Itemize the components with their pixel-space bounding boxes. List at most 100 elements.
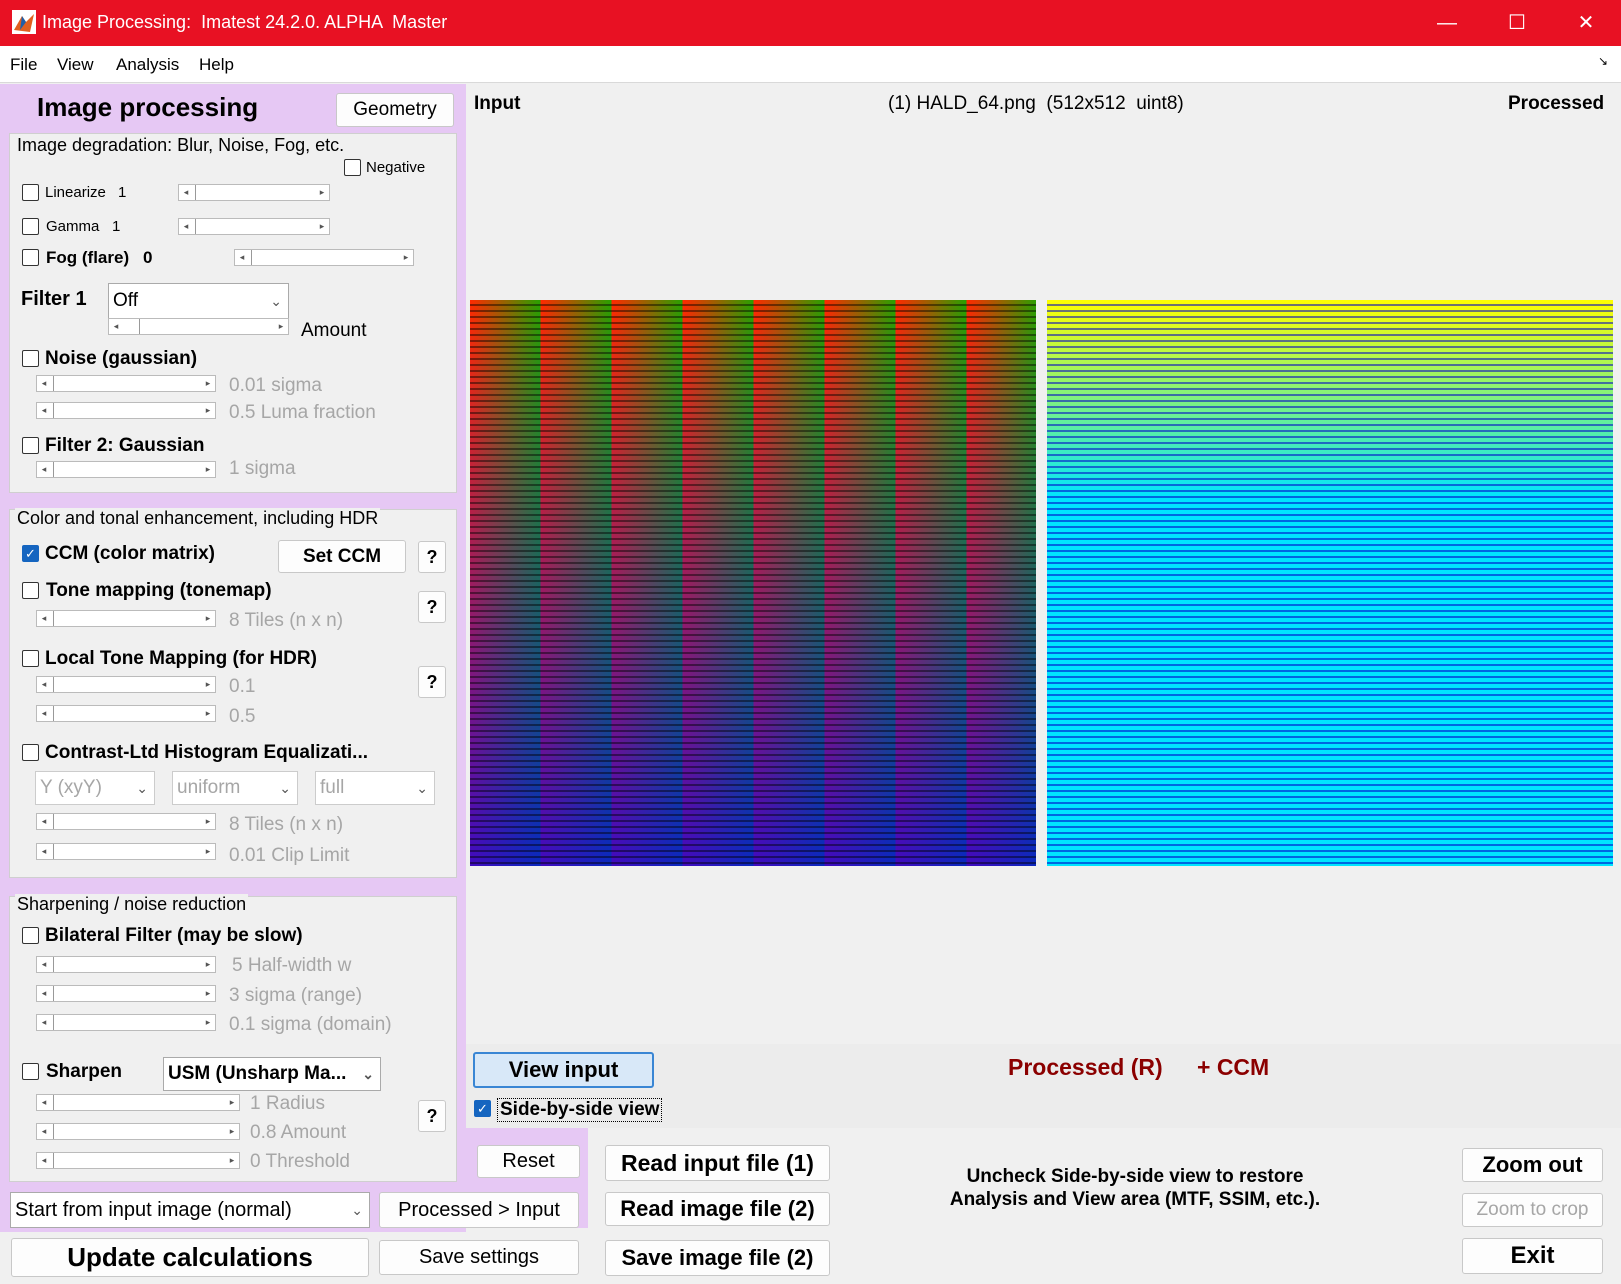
exit-button[interactable]: Exit	[1462, 1238, 1603, 1274]
read-image-file-button[interactable]: Read image file (2)	[605, 1192, 830, 1226]
save-settings-button[interactable]: Save settings	[379, 1240, 579, 1275]
bilateral-label: Bilateral Filter (may be slow)	[45, 925, 303, 946]
hint-line-1: Uncheck Side-by-side view to restore	[966, 1166, 1304, 1187]
linearize-label: Linearize	[45, 184, 106, 201]
bilateral-width-slider[interactable]: ◂ ▸	[36, 956, 216, 973]
tonemap-help-button[interactable]: ?	[418, 591, 446, 623]
noise-luma-slider[interactable]: ◂ ▸	[36, 402, 216, 419]
degradation-title: Image degradation: Blur, Noise, Fog, etc…	[15, 135, 347, 156]
local-tonemap-value-2: 0.5	[229, 706, 256, 727]
start-from-value: Start from input image (normal)	[15, 1199, 292, 1221]
processed-status: Processed (R)	[1008, 1054, 1163, 1080]
clahe-range-value: full	[320, 777, 345, 798]
minimize-button[interactable]: —	[1412, 0, 1482, 46]
sharpen-amount-slider[interactable]: ◂ ▸	[36, 1123, 240, 1140]
menu-view[interactable]: View	[57, 55, 94, 75]
side-by-side-label[interactable]: Side-by-side view	[497, 1098, 663, 1122]
clahe-distribution-dropdown[interactable]: uniform ⌄	[172, 771, 298, 805]
menu-file[interactable]: File	[10, 55, 37, 75]
threshold-slider[interactable]: ◂ ▸	[36, 1152, 240, 1169]
linearize-checkbox[interactable]	[22, 184, 39, 201]
clahe-checkbox[interactable]	[22, 744, 39, 761]
window-title: Image Processing: Imatest 24.2.0. ALPHA …	[42, 12, 448, 32]
noise-checkbox[interactable]	[22, 350, 39, 367]
local-tonemap-slider-1[interactable]: ◂ ▸	[36, 676, 216, 693]
filter2-sigma-label: 1 sigma	[229, 458, 296, 479]
menu-analysis[interactable]: Analysis	[116, 55, 179, 75]
radius-slider[interactable]: ◂ ▸	[36, 1094, 240, 1111]
ccm-label: CCM (color matrix)	[45, 543, 215, 564]
chevron-down-icon: ⌄	[270, 293, 282, 309]
sharpen-mode-dropdown[interactable]: USM (Unsharp Ma... ⌄	[163, 1057, 381, 1091]
bilateral-checkbox[interactable]	[22, 927, 39, 944]
clahe-colorspace-dropdown[interactable]: Y (xyY) ⌄	[35, 771, 155, 805]
bilateral-width-label: 5 Half-width w	[232, 955, 352, 976]
zoom-to-crop-button[interactable]: Zoom to crop	[1462, 1193, 1603, 1227]
processed-image-label: Processed	[1508, 93, 1605, 114]
set-ccm-button[interactable]: Set CCM	[278, 540, 406, 573]
gamma-value: 1	[112, 218, 121, 235]
read-input-file-button[interactable]: Read input file (1)	[605, 1145, 830, 1181]
noise-luma-label: 0.5 Luma fraction	[229, 402, 376, 423]
sharpen-amount-label: 0.8 Amount	[250, 1122, 347, 1143]
menu-help[interactable]: Help	[199, 55, 234, 75]
gamma-label: Gamma	[46, 218, 100, 235]
ccm-help-button[interactable]: ?	[418, 541, 446, 573]
clahe-tiles-slider[interactable]: ◂ ▸	[36, 813, 216, 830]
filter1-value: Off	[113, 290, 138, 311]
input-image	[470, 300, 1036, 866]
tonemap-tiles-slider[interactable]: ◂ ▸	[36, 610, 216, 627]
sharpen-title: Sharpening / noise reduction	[15, 894, 249, 915]
hint-line-2: Analysis and View area (MTF, SSIM, etc.)…	[949, 1189, 1321, 1210]
zoom-out-button[interactable]: Zoom out	[1462, 1148, 1603, 1182]
filter2-sigma-slider[interactable]: ◂ ▸	[36, 461, 216, 478]
clahe-clip-slider[interactable]: ◂ ▸	[36, 843, 216, 860]
bilateral-range-slider[interactable]: ◂ ▸	[36, 985, 216, 1002]
radius-label: 1 Radius	[250, 1093, 325, 1114]
bilateral-domain-slider[interactable]: ◂ ▸	[36, 1014, 216, 1031]
linearize-slider[interactable]: ◂ ▸	[178, 184, 330, 201]
chevron-down-icon: ⌄	[416, 780, 428, 796]
filter1-amount-slider[interactable]: ◂ ▸	[108, 318, 289, 335]
noise-sigma-slider[interactable]: ◂ ▸	[36, 375, 216, 392]
reset-button[interactable]: Reset	[477, 1145, 580, 1178]
filter1-dropdown[interactable]: Off ⌄	[108, 283, 289, 319]
clahe-clip-label: 0.01 Clip Limit	[229, 845, 350, 866]
update-calculations-button[interactable]: Update calculations	[11, 1238, 369, 1277]
local-tonemap-label: Local Tone Mapping (for HDR)	[45, 648, 317, 669]
local-tonemap-checkbox[interactable]	[22, 650, 39, 667]
negative-checkbox[interactable]	[344, 159, 361, 176]
color-title: Color and tonal enhancement, including H…	[15, 508, 381, 529]
start-from-dropdown[interactable]: Start from input image (normal) ⌄	[10, 1192, 370, 1228]
clahe-tiles-label: 8 Tiles (n x n)	[229, 814, 344, 835]
sharpen-help-button[interactable]: ?	[418, 1100, 446, 1132]
tonemap-checkbox[interactable]	[22, 582, 39, 599]
gamma-checkbox[interactable]	[22, 218, 39, 235]
local-tonemap-help-button[interactable]: ?	[418, 666, 446, 698]
close-button[interactable]: ✕	[1551, 0, 1621, 46]
processed-ccm-status: + CCM	[1197, 1054, 1270, 1080]
chevron-down-icon: ⌄	[351, 1202, 363, 1218]
fog-value: 0	[143, 248, 153, 267]
processed-image	[1047, 300, 1613, 866]
sharpen-checkbox[interactable]	[22, 1063, 39, 1080]
noise-label: Noise (gaussian)	[45, 348, 198, 369]
side-by-side-checkbox[interactable]: ✓	[474, 1100, 491, 1117]
ccm-checkbox[interactable]: ✓	[22, 545, 39, 562]
fog-slider[interactable]: ◂ ▸	[234, 249, 414, 266]
noise-sigma-label: 0.01 sigma	[229, 375, 322, 396]
processed-to-input-button[interactable]: Processed > Input	[379, 1192, 579, 1228]
save-image-file-button[interactable]: Save image file (2)	[605, 1240, 830, 1276]
side-by-side-hint: Uncheck Side-by-side view to restore Ana…	[935, 1165, 1335, 1211]
clahe-range-dropdown[interactable]: full ⌄	[315, 771, 435, 805]
linearize-value: 1	[118, 184, 127, 201]
undock-icon[interactable]: ↘	[1598, 54, 1608, 68]
title-bar: Image Processing: Imatest 24.2.0. ALPHA …	[0, 0, 1621, 46]
view-input-button[interactable]: View input	[473, 1052, 654, 1088]
local-tonemap-slider-2[interactable]: ◂ ▸	[36, 705, 216, 722]
gamma-slider[interactable]: ◂ ▸	[178, 218, 330, 235]
filter2-checkbox[interactable]	[22, 437, 39, 454]
fog-checkbox[interactable]	[22, 249, 39, 266]
geometry-button[interactable]: Geometry	[336, 93, 454, 127]
maximize-button[interactable]: ☐	[1482, 0, 1552, 46]
